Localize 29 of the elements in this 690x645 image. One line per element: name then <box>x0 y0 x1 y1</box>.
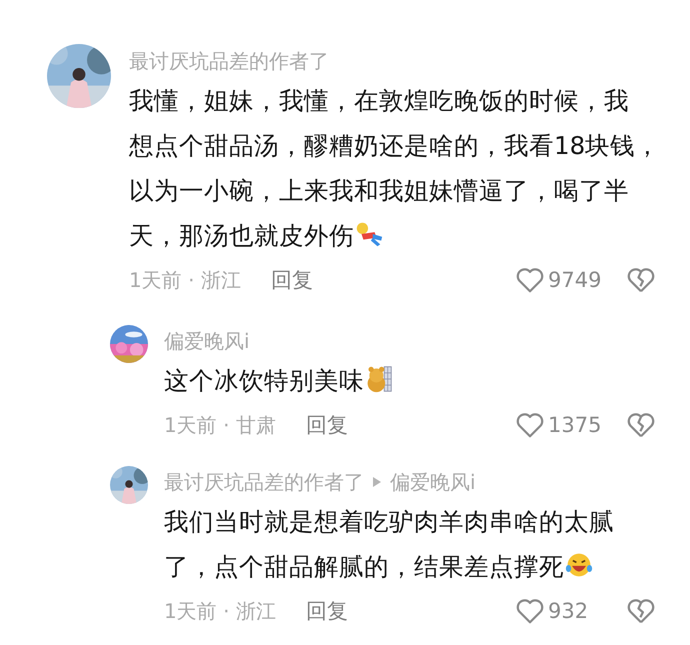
time-location: 1天前 · 浙江 <box>164 598 276 624</box>
reply-button[interactable]: 回复 <box>306 597 348 625</box>
like-count: 1375 <box>548 413 602 437</box>
broken-heart-icon[interactable] <box>626 596 656 626</box>
comment-line: 想点个甜品汤，醪糟奶还是啥的，我看18块钱， <box>129 131 660 160</box>
heart-icon[interactable] <box>515 265 545 295</box>
reply-target-name[interactable]: 偏爱晚风i <box>390 468 476 496</box>
author-name[interactable]: 最讨厌坑品差的作者了 <box>164 468 364 496</box>
broken-heart-icon[interactable] <box>626 265 656 295</box>
lying-figure-icon <box>354 220 384 248</box>
author-name[interactable]: 最讨厌坑品差的作者了 <box>129 48 329 74</box>
like-count: 932 <box>548 599 590 623</box>
broken-heart-icon[interactable] <box>626 410 656 440</box>
reply-button[interactable]: 回复 <box>306 411 348 439</box>
time-location: 1天前 · 浙江 <box>129 266 241 294</box>
author-name[interactable]: 偏爱晚风i <box>164 328 250 354</box>
comment-line: 天，那汤也就皮外伤 <box>129 221 354 250</box>
heart-icon[interactable] <box>515 410 545 440</box>
reply-button[interactable]: 回复 <box>270 266 313 294</box>
comment-line: 了，点个甜品解腻的，结果差点撑死 <box>164 552 564 581</box>
comment-line: 我们当时就是想着吃驴肉羊肉串啥的太腻 <box>164 507 614 536</box>
comment-line: 这个冰饮特别美味 <box>164 366 364 395</box>
comment-line: 我懂，姐妹，我懂，在敦煌吃晚饭的时候，我 <box>129 86 629 115</box>
laughing-emoji-icon <box>564 551 594 579</box>
play-triangle-icon <box>372 476 382 488</box>
like-count: 9749 <box>548 268 602 292</box>
time-location: 1天前 · 甘肃 <box>164 412 276 438</box>
heart-icon[interactable] <box>515 596 545 626</box>
comment-line: 以为一小碗，上来我和我姐妹懵逼了，喝了半 <box>129 176 629 205</box>
